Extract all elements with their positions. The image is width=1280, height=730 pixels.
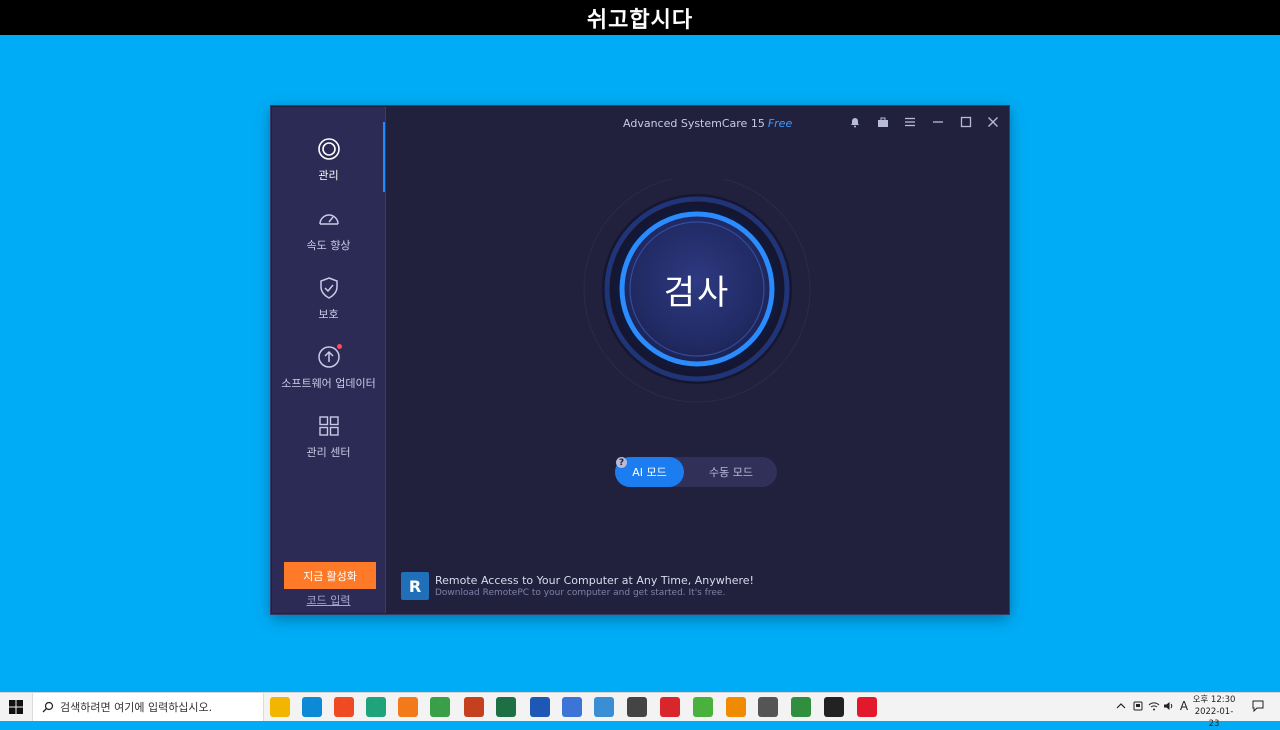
- taskbar-clock[interactable]: 오후 12:30 2022-01-23: [1190, 694, 1238, 730]
- upload-arrow-icon: [317, 344, 342, 369]
- taskbar-app-edge-icon[interactable]: [302, 697, 322, 717]
- start-button[interactable]: [0, 693, 32, 721]
- volume-icon[interactable]: [1162, 699, 1176, 713]
- mode-toggle: AI 모드 수동 모드: [615, 457, 777, 487]
- minimize-icon[interactable]: [929, 113, 947, 131]
- taskbar-app-chrome-icon[interactable]: [430, 697, 450, 717]
- sidebar-item-speedup[interactable]: 속도 향상: [272, 207, 385, 269]
- sidebar-item-label: 속도 향상: [306, 239, 351, 252]
- clock-date: 2022-01-23: [1194, 707, 1234, 729]
- app-title: Advanced SystemCare 15: [623, 117, 765, 130]
- top-banner: 쉬고합시다: [0, 0, 1280, 35]
- enter-code-link[interactable]: 코드 입력: [272, 592, 385, 608]
- window-title: Advanced SystemCare 15 Free: [623, 117, 792, 130]
- taskbar-app-word-icon[interactable]: [530, 697, 550, 717]
- remotepc-logo-icon: R: [401, 572, 429, 600]
- sidebar-item-label: 관리 센터: [306, 446, 351, 459]
- taskbar-app-hangul-icon[interactable]: [562, 697, 582, 717]
- scan-button[interactable]: 검사: [577, 175, 817, 419]
- taskbar-app-powerpoint-icon[interactable]: [464, 697, 484, 717]
- device-icon[interactable]: [1131, 699, 1145, 713]
- grid-icon: [317, 414, 341, 438]
- sidebar-item-software-updater[interactable]: 소프트웨어 업데이터: [272, 344, 385, 407]
- scan-ring-graphic: [583, 175, 811, 403]
- shield-check-icon: [317, 276, 341, 300]
- remotepc-promo[interactable]: R Remote Access to Your Computer at Any …: [401, 572, 801, 602]
- clock-time: 오후 12:30: [1192, 695, 1236, 705]
- toolbox-icon[interactable]: [874, 113, 892, 131]
- taskbar-search-box[interactable]: 검색하려면 여기에 입력하십시오.: [32, 693, 264, 721]
- taskbar-app-firefox-icon[interactable]: [398, 697, 418, 717]
- taskbar-app-sticky-notes-icon[interactable]: [824, 697, 844, 717]
- taskbar-app-app-green-swirl-icon[interactable]: [366, 697, 386, 717]
- promo-subtitle: Download RemotePC to your computer and g…: [435, 588, 726, 598]
- maximize-icon[interactable]: [957, 113, 975, 131]
- taskbar-app-opera-icon[interactable]: [857, 697, 877, 717]
- taskbar-app-remote-desktop-icon[interactable]: [594, 697, 614, 717]
- help-icon[interactable]: ?: [616, 457, 627, 468]
- menu-icon[interactable]: [901, 113, 919, 131]
- asc-window: 관리 속도 향상 보호 소프트웨어 업데이터 관리 센터 지금 활성화 코드 입…: [271, 106, 1009, 614]
- sidebar-item-action-center[interactable]: 관리 센터: [272, 414, 385, 476]
- sidebar-item-protect[interactable]: 보호: [272, 276, 385, 338]
- promo-title: Remote Access to Your Computer at Any Ti…: [435, 574, 754, 587]
- banner-text: 쉬고합시다: [586, 7, 694, 33]
- taskbar-app-green-app-icon[interactable]: [693, 697, 713, 717]
- speedometer-icon: [317, 207, 341, 231]
- windows-logo-icon: [9, 700, 23, 714]
- care-ring-icon: [317, 137, 341, 161]
- sidebar-item-label: 보호: [318, 308, 339, 321]
- taskbar-app-brave-icon[interactable]: [334, 697, 354, 717]
- sidebar-item-label: 관리: [318, 169, 339, 182]
- taskbar-app-se-app-icon[interactable]: [660, 697, 680, 717]
- manual-mode-button[interactable]: 수동 모드: [687, 457, 775, 487]
- taskbar-app-vlc-icon[interactable]: [726, 697, 746, 717]
- taskbar-app-calculator-icon[interactable]: [758, 697, 778, 717]
- wifi-icon[interactable]: [1147, 699, 1161, 713]
- sidebar: 관리 속도 향상 보호 소프트웨어 업데이터 관리 센터 지금 활성화 코드 입…: [272, 107, 386, 613]
- taskbar-app-chrome-beta-icon[interactable]: [791, 697, 811, 717]
- search-icon: [42, 701, 54, 713]
- taskbar-app-file-explorer-icon[interactable]: [270, 697, 290, 717]
- sidebar-item-care[interactable]: 관리: [272, 137, 385, 199]
- close-icon[interactable]: [984, 113, 1002, 131]
- notification-dot: [336, 344, 342, 349]
- taskbar-app-search-tool-icon[interactable]: [627, 697, 647, 717]
- bell-icon[interactable]: [846, 113, 864, 131]
- activate-now-button[interactable]: 지금 활성화: [284, 562, 376, 589]
- edition-label: Free: [767, 117, 793, 130]
- taskbar-app-excel-icon[interactable]: [496, 697, 516, 717]
- notification-icon[interactable]: [1251, 699, 1265, 713]
- sidebar-item-label: 소프트웨어 업데이터: [281, 377, 376, 390]
- chevron-up-icon[interactable]: [1114, 699, 1128, 713]
- search-placeholder: 검색하려면 여기에 입력하십시오.: [60, 701, 213, 714]
- ime-indicator[interactable]: A: [1177, 699, 1191, 713]
- taskbar: 검색하려면 여기에 입력하십시오. A 오후 12:30 2022-01-23: [0, 692, 1280, 729]
